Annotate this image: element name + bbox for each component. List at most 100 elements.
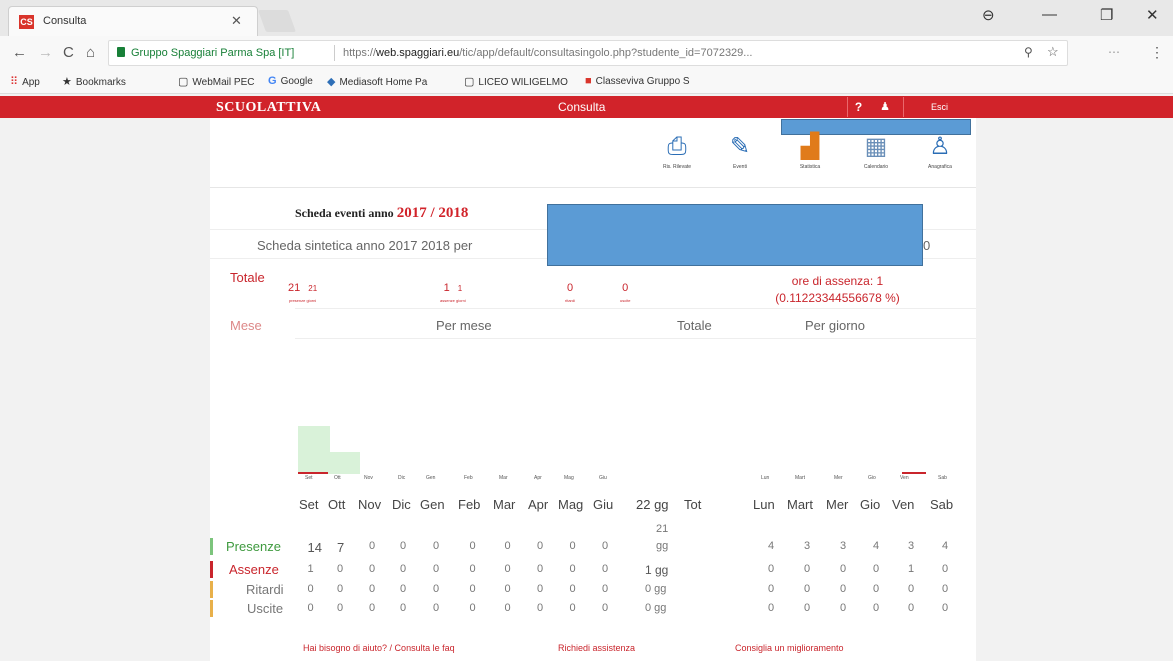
month-value: 1 (307, 563, 314, 575)
total-value: 0 gg (645, 602, 667, 614)
month-header: Nov (358, 497, 382, 512)
close-tab-icon[interactable]: ✕ (231, 13, 242, 29)
menu-icon[interactable]: ⋮ (1150, 44, 1164, 61)
month-header: Dic (392, 497, 411, 512)
day-value: 0 (942, 602, 949, 614)
chart-bar-ott (330, 452, 360, 474)
reload-icon[interactable]: C (63, 44, 74, 61)
month-value: 14 (307, 540, 322, 555)
row-label: Uscite (247, 601, 284, 616)
user-icon[interactable]: ♟ (874, 97, 896, 117)
month-value: 0 (602, 563, 609, 575)
month-value: 0 (537, 540, 544, 552)
new-tab-button[interactable] (257, 10, 297, 32)
exit-button[interactable]: Esci (903, 97, 975, 117)
bookmark-apps[interactable]: ⠿ App (10, 75, 40, 88)
day-value: 0 (804, 602, 811, 614)
browser-tabbar: CS Consulta ✕ ⊖ — ❐ ✕ (0, 0, 1173, 36)
day-header: Gio (860, 497, 881, 512)
bookmarks-bar: ⠿ App ★ Bookmarks ▢ WebMail PEC G Google ◆ Me… (0, 70, 1173, 94)
bookmark-liceo[interactable]: ▢ LICEO WILIGELMO (464, 75, 568, 88)
separator (334, 45, 335, 61)
month-value: 0 (369, 602, 376, 614)
google-icon: G (268, 75, 277, 87)
profile-icon[interactable]: ⊖ (982, 6, 995, 24)
month-header: Mar (493, 497, 516, 512)
bookmark-bookmarks[interactable]: ★ Bookmarks (62, 75, 126, 88)
month-value: 0 (569, 563, 576, 575)
totale-label: Totale (230, 270, 265, 285)
day-value: 0 (840, 602, 847, 614)
toolbar-anagrafica[interactable]: ♙ Anagrafica (918, 132, 962, 170)
close-window-icon[interactable]: ✕ (1146, 6, 1159, 24)
chart-month-label: Apr (534, 475, 542, 481)
help-button[interactable]: ? (847, 97, 869, 117)
back-icon[interactable]: ← (12, 44, 27, 61)
mediasoft-icon: ◆ (327, 76, 336, 88)
row-label: Assenze (229, 562, 279, 577)
row-color-bar (210, 538, 213, 555)
day-value: 3 (840, 540, 847, 552)
bookmark-classeviva[interactable]: ■ Classeviva Gruppo S (585, 75, 690, 87)
month-value: 0 (504, 540, 511, 552)
chart-day-label: Mart (795, 475, 805, 481)
bookmark-google[interactable]: G Google (268, 75, 313, 87)
month-value: 0 (569, 540, 576, 552)
month-value: 0 (469, 540, 476, 552)
toolbar-calendario[interactable]: ▦ Calendario (854, 132, 898, 170)
lock-icon (117, 47, 125, 57)
total-value: gg (656, 540, 669, 552)
edit-icon: ✎ (729, 133, 751, 160)
day-value: 0 (804, 583, 811, 595)
minimize-icon[interactable]: — (1042, 6, 1057, 23)
totale-header: Totale (677, 318, 712, 333)
day-value: 0 (942, 563, 949, 575)
day-value: 0 (768, 583, 775, 595)
month-value: 0 (433, 583, 440, 595)
chart-month-label: Feb (464, 475, 473, 481)
divider (210, 187, 976, 188)
row-color-bar (210, 600, 213, 617)
toolbar-ris-rilevate[interactable]: ⎙ Ris. Rilevate (655, 132, 699, 170)
month-value: 0 (433, 540, 440, 552)
secure-label: Gruppo Spaggiari Parma Spa [IT] (131, 47, 295, 59)
chart-icon: ▟ (800, 133, 820, 160)
bookmark-webmail[interactable]: ▢ WebMail PEC (178, 75, 254, 88)
toolbar-eventi[interactable]: ✎ Eventi (718, 132, 762, 170)
day-value: 0 (873, 563, 880, 575)
maximize-icon[interactable]: ❐ (1100, 6, 1113, 24)
stat-assenze: 11 assenze giorni (440, 282, 466, 303)
app-header: SCUOLATTIVA Consulta ? ♟ Esci (0, 96, 1173, 118)
day-header: Ven (892, 497, 915, 512)
forward-icon[interactable]: → (38, 44, 53, 61)
url-input[interactable]: Gruppo Spaggiari Parma Spa [IT] https://… (108, 40, 1068, 66)
toolbar-statistica[interactable]: ▟ Statistica (788, 132, 832, 170)
chart-month-label: Set (305, 475, 313, 481)
home-icon[interactable]: ⌂ (86, 44, 95, 61)
per-mese-header: Per mese (436, 318, 492, 333)
star-icon: ★ (62, 76, 72, 88)
day-value: 0 (840, 583, 847, 595)
bookmark-mediasoft[interactable]: ◆ Mediasoft Home Pa (327, 75, 427, 88)
month-value: 0 (504, 563, 511, 575)
divider (295, 338, 976, 339)
miglioramento-link[interactable]: Consiglia un miglioramento (735, 643, 844, 653)
assistenza-link[interactable]: Richiedi assistenza (558, 643, 635, 653)
month-value: 0 (537, 583, 544, 595)
faq-link[interactable]: Hai bisogno di aiuto? / Consulta le faq (303, 643, 455, 653)
page-icon: ▢ (464, 76, 475, 88)
row-color-bar (210, 561, 213, 578)
month-value: 0 (400, 540, 407, 552)
day-value: 4 (768, 540, 775, 552)
extension-icon[interactable]: ⋯ (1108, 45, 1120, 59)
day-value: 4 (942, 540, 949, 552)
zoom-icon[interactable]: ⚲ (1024, 45, 1033, 59)
total-value: 21 (656, 523, 669, 535)
day-value: 0 (908, 583, 915, 595)
stat-presenze: 21 21 presenze giorni (288, 282, 318, 303)
browser-tab[interactable]: CS Consulta ✕ (8, 6, 258, 36)
day-value: 0 (942, 583, 949, 595)
bookmark-star-icon[interactable]: ☆ (1047, 44, 1059, 60)
favicon-icon: CS (19, 15, 34, 29)
month-value: 0 (504, 602, 511, 614)
